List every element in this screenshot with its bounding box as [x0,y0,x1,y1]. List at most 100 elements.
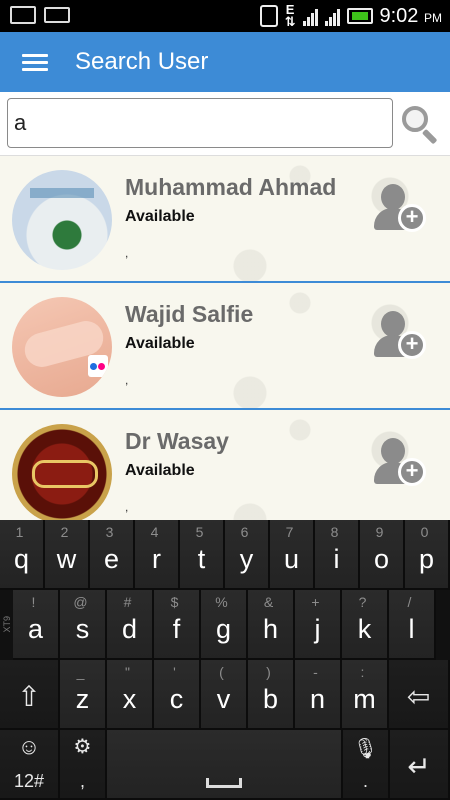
key-label: g [215,614,232,644]
key-label: b [262,684,279,714]
list-item[interactable]: Wajid Salfie Available , + [0,283,450,410]
keyboard-row: 1q2w3e4r5t6y7u8i9o0p [0,520,450,590]
key-label: k [357,614,372,644]
key-o[interactable]: 9o [360,520,405,590]
key-alt-label: ? [358,594,367,610]
keyboard-row: ☺ 12# ⚙ , 🎙 . ↵ [0,730,450,800]
status-bar: E ⇅ 9:02 PM [0,0,450,32]
microphone-icon: 🎙 [352,738,379,760]
search-bar [0,92,450,156]
avatar [12,170,112,270]
signal-icon [324,6,340,26]
key-label: w [56,544,77,574]
key-alt-label: 9 [375,524,384,540]
key-label: q [13,544,30,574]
enter-arrow-icon: ↵ [407,751,431,782]
add-user-button[interactable]: + [372,309,428,363]
key-g[interactable]: % g [201,590,248,660]
key-alt-label: ' [173,664,176,680]
key-label: t [197,544,206,574]
add-user-button[interactable]: + [372,182,428,236]
key-label: v [216,684,231,714]
key-label: l [408,614,415,644]
key-alt-label: 1 [15,524,24,540]
key-w[interactable]: 2w [45,520,90,590]
key-alt-label: 4 [150,524,159,540]
hamburger-menu-icon[interactable] [22,54,48,72]
backspace-key[interactable]: ⇦ [389,660,450,730]
key-k[interactable]: ? k [342,590,389,660]
flickr-icon [88,355,108,377]
key-alt-label: 3 [105,524,114,540]
key-label: c [169,684,184,714]
key-m[interactable]: :m [342,660,389,730]
key-label: j [314,614,321,644]
key-r[interactable]: 4r [135,520,180,590]
key-u[interactable]: 7u [270,520,315,590]
user-name: Muhammad Ahmad [125,174,337,200]
key-j[interactable]: + j [295,590,342,660]
list-item[interactable]: Dr Wasay Available , + [0,410,450,520]
search-button[interactable] [400,104,444,145]
key-label: x [122,684,137,714]
shift-key[interactable]: ⇧ [0,660,60,730]
key-n[interactable]: -n [295,660,342,730]
search-input[interactable] [7,98,393,148]
key-p[interactable]: 0p [405,520,450,590]
key-s[interactable]: @ s [60,590,107,660]
user-subtext: , [125,500,129,514]
xt9-label: XT9 [2,616,12,633]
add-user-icon: + [398,204,426,232]
key-alt-label: # [123,594,132,610]
add-user-icon: + [398,458,426,486]
comma-key-label: , [79,771,85,791]
key-label: r [152,544,161,574]
list-item[interactable]: Muhammad Ahmad Available , + [0,156,450,283]
key-alt-label: 5 [195,524,204,540]
add-user-icon: + [398,331,426,359]
screenshot-icon [10,6,36,24]
key-i[interactable]: 8i [315,520,360,590]
key-v[interactable]: (v [201,660,248,730]
key-label: o [373,544,390,574]
key-q[interactable]: 1q [0,520,45,590]
period-key-label: . [362,771,368,791]
symbols-key[interactable]: ☺ 12# [0,730,60,800]
add-user-button[interactable]: + [372,436,428,490]
clock-time: 9:02 [379,4,419,27]
key-label: d [121,614,138,644]
key-e[interactable]: 3e [90,520,135,590]
period-key[interactable]: 🎙 . [343,730,390,800]
key-h[interactable]: & h [248,590,295,660]
key-c[interactable]: ' c [154,660,201,730]
key-y[interactable]: 6y [225,520,270,590]
key-x[interactable]: " x [107,660,154,730]
space-key[interactable] [107,730,343,800]
key-alt-label: : [360,664,365,680]
comma-key[interactable]: ⚙ , [60,730,107,800]
avatar [12,297,112,397]
signal-icon [302,6,318,26]
key-label: n [309,684,326,714]
key-alt-label: - [313,664,318,680]
key-l[interactable]: / l [389,590,436,660]
key-b[interactable]: ) b [248,660,295,730]
key-alt-label: 6 [240,524,249,540]
vibrate-icon [259,5,278,27]
shift-arrow-icon: ⇧ [17,681,41,712]
key-label: u [283,544,300,574]
keyboard-row: XT9! a @ s # d $ f% g & h + j? k / l [0,590,450,660]
app-bar: Search User [0,32,450,92]
key-alt-label: 2 [60,524,69,540]
key-t[interactable]: 5t [180,520,225,590]
key-label: s [75,614,90,644]
key-label: m [353,684,376,714]
key-alt-label: 8 [330,524,339,540]
user-status: Available [125,462,195,479]
key-d[interactable]: # d [107,590,154,660]
key-z[interactable]: _ z [60,660,107,730]
network-type-label: E [285,2,295,17]
enter-key[interactable]: ↵ [390,730,450,800]
key-a[interactable]: ! a [13,590,60,660]
key-f[interactable]: $ f [154,590,201,660]
